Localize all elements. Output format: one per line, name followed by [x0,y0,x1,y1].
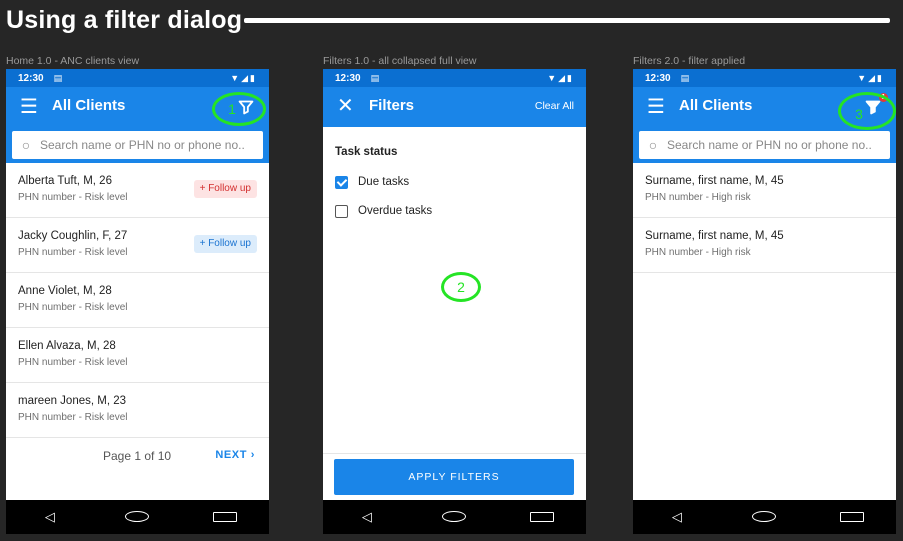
status-time: 12:30 [645,72,671,84]
status-time: 12:30 [335,72,361,84]
client-details: PHN number - Risk level [18,357,128,368]
client-row[interactable]: Alberta Tuft, M, 26 PHN number - Risk le… [6,163,269,218]
app-bar: ✕ Filters Clear All [323,87,586,127]
client-name: Ellen Alvaza, M, 28 [18,340,116,352]
page-indicator: Page 1 of 10 [103,449,172,463]
phone-filters: 12:30 ▤ ▼◢▮ ✕ Filters Clear All Task sta… [323,69,586,534]
apply-filters-button[interactable]: APPLY FILTERS [334,459,574,495]
next-label: NEXT [215,449,248,461]
recents-icon[interactable] [840,510,865,525]
client-name: Surname, first name, M, 45 [645,230,784,242]
option-label: Overdue tasks [358,205,433,217]
next-button[interactable]: NEXT › [215,449,255,461]
android-nav-bar: ◁ [633,500,896,534]
client-row[interactable]: Surname, first name, M, 45 PHN number - … [633,218,896,273]
android-nav-bar: ◁ [323,500,586,534]
status-time: 12:30 [18,72,44,84]
filter-option-overdue[interactable]: Overdue tasks [335,202,432,220]
clear-all-button[interactable]: Clear All [535,100,574,112]
annotation-marker-1: 1 [212,92,266,126]
follow-up-badge[interactable]: + Follow up [193,235,257,253]
client-name: mareen Jones, M, 23 [18,395,127,407]
annotation-marker-3: 3 [838,92,896,130]
search-icon: ○ [21,137,31,153]
system-icons: ▼◢▮ [547,72,574,83]
follow-up-badge[interactable]: + Follow up [193,180,257,198]
checkbox-checked[interactable] [335,175,348,189]
status-bar: 12:30 ▤ ▼◢▮ [633,69,896,87]
client-row[interactable]: Ellen Alvaza, M, 28 PHN number - Risk le… [6,328,269,383]
phone-home: 12:30 ▤ ▼◢▮ ☰ All Clients ○ Alberta Tuft… [6,69,269,534]
home-icon[interactable] [125,510,150,525]
back-icon[interactable]: ◁ [355,509,379,525]
app-bar-title: All Clients [679,97,753,114]
home-icon[interactable] [752,510,777,525]
close-icon[interactable]: ✕ [337,95,354,117]
pagination: Page 1 of 10 NEXT › [6,443,269,469]
screen-caption-home: Home 1.0 - ANC clients view [6,55,140,67]
filter-option-due[interactable]: Due tasks [335,173,409,191]
client-details: PHN number - High risk [645,192,751,203]
phone-filter-applied: 12:30 ▤ ▼◢▮ ☰ All Clients 1 ○ Surname, f… [633,69,896,534]
title-divider [244,18,890,23]
app-bar-title: All Clients [52,97,126,114]
client-name: Surname, first name, M, 45 [645,175,784,187]
client-name: Anne Violet, M, 28 [18,285,112,297]
search-input[interactable] [40,138,250,152]
client-name: Alberta Tuft, M, 26 [18,175,112,187]
status-bar: 12:30 ▤ ▼◢▮ [6,69,269,87]
page-title: Using a filter dialog [6,6,243,34]
annotation-marker-2: 2 [441,272,481,302]
menu-icon[interactable]: ☰ [18,96,40,118]
system-icons: ▼◢▮ [230,72,257,83]
sim-icon: ▤ [680,72,690,83]
status-bar: 12:30 ▤ ▼◢▮ [323,69,586,87]
search-box[interactable]: ○ [12,131,263,159]
marker-number: 3 [855,106,863,122]
sim-icon: ▤ [53,72,63,83]
recents-icon[interactable] [213,510,238,525]
client-details: PHN number - High risk [645,247,751,258]
option-label: Due tasks [358,176,410,188]
search-icon: ○ [648,137,658,153]
client-details: PHN number - Risk level [18,247,128,258]
search-input[interactable] [667,138,877,152]
footer-divider [323,453,586,454]
client-row[interactable]: Surname, first name, M, 45 PHN number - … [633,163,896,218]
app-bar-title: Filters [369,97,415,114]
client-details: PHN number - Risk level [18,192,128,203]
android-nav-bar: ◁ [6,500,269,534]
chevron-right-icon: › [250,449,255,461]
client-name: Jacky Coughlin, F, 27 [18,230,128,242]
client-row[interactable]: mareen Jones, M, 23 PHN number - Risk le… [6,383,269,438]
marker-number: 1 [228,101,236,117]
search-bar: ○ [6,127,269,163]
back-icon[interactable]: ◁ [38,509,62,525]
menu-icon[interactable]: ☰ [645,96,667,118]
sim-icon: ▤ [370,72,380,83]
search-box[interactable]: ○ [639,131,890,159]
marker-number: 2 [457,279,465,295]
recents-icon[interactable] [530,510,555,525]
home-icon[interactable] [442,510,467,525]
system-icons: ▼◢▮ [857,72,884,83]
client-row[interactable]: Anne Violet, M, 28 PHN number - Risk lev… [6,273,269,328]
client-details: PHN number - Risk level [18,412,128,423]
client-details: PHN number - Risk level [18,302,128,313]
back-icon[interactable]: ◁ [665,509,689,525]
checkbox-unchecked[interactable] [335,204,348,218]
screen-caption-filters: Filters 1.0 - all collapsed full view [323,55,477,67]
screen-caption-applied: Filters 2.0 - filter applied [633,55,746,67]
client-row[interactable]: Jacky Coughlin, F, 27 PHN number - Risk … [6,218,269,273]
search-bar: ○ [633,127,896,163]
section-heading: Task status [335,146,398,158]
